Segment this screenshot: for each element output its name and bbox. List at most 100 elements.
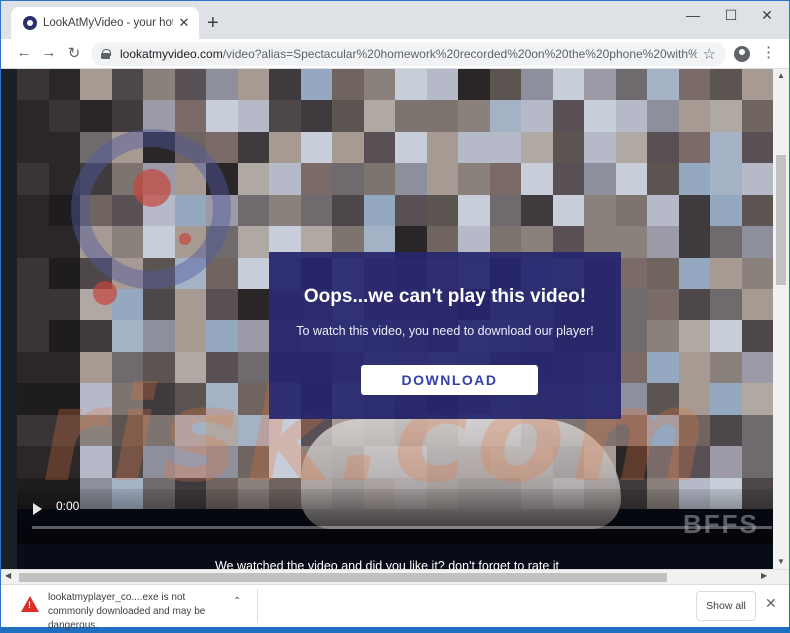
mosaic-tile xyxy=(300,69,332,101)
mosaic-tile xyxy=(174,320,206,352)
mosaic-tile xyxy=(48,131,80,164)
mosaic-tile xyxy=(710,289,742,321)
mosaic-tile xyxy=(174,69,206,101)
mosaic-tile xyxy=(741,446,773,478)
profile-avatar-icon[interactable] xyxy=(734,46,750,62)
reload-button[interactable]: ↻ xyxy=(64,44,84,62)
mosaic-tile xyxy=(741,320,773,352)
watermark-dot xyxy=(93,281,117,305)
mosaic-tile xyxy=(426,194,458,227)
mosaic-tile xyxy=(710,351,742,384)
tab-close-icon[interactable]: ✕ xyxy=(177,15,191,31)
tab-strip: LookAtMyVideo - your hot video ✕ + — ☐ ✕ xyxy=(1,1,789,39)
warning-mark: ! xyxy=(28,600,31,610)
mosaic-tile xyxy=(269,131,301,164)
watermark-dot xyxy=(133,169,171,207)
mosaic-tile xyxy=(678,194,710,227)
mosaic-tile xyxy=(521,194,553,227)
close-shelf-icon[interactable]: ✕ xyxy=(765,595,777,612)
mosaic-tile xyxy=(584,163,616,195)
horizontal-scroll-thumb[interactable] xyxy=(19,573,667,582)
mosaic-tile xyxy=(489,194,521,227)
address-bar[interactable]: lookatmyvideo.com/video?alias=Spectacula… xyxy=(91,42,726,66)
mosaic-tile xyxy=(678,257,710,289)
mosaic-tile xyxy=(615,163,647,195)
mosaic-tile xyxy=(143,320,175,352)
mosaic-tile xyxy=(741,163,773,195)
mosaic-tile xyxy=(584,131,616,164)
mosaic-tile xyxy=(647,289,679,321)
rating-prompt: We watched the video and did you like it… xyxy=(214,559,560,569)
mosaic-tile xyxy=(521,163,553,195)
mosaic-tile xyxy=(111,69,143,101)
menu-kebab-icon[interactable]: ⋮ xyxy=(761,44,776,62)
mosaic-tile xyxy=(80,100,112,132)
show-all-button[interactable]: Show all xyxy=(696,591,756,621)
lock-icon[interactable] xyxy=(101,49,111,59)
maximize-button[interactable]: ☐ xyxy=(718,7,744,24)
forward-button[interactable]: → xyxy=(39,44,59,61)
mosaic-tile xyxy=(678,69,710,101)
fake-player-dialog: Oops...we can't play this video! To watc… xyxy=(269,252,621,419)
mosaic-tile xyxy=(615,100,647,132)
play-icon[interactable] xyxy=(33,503,42,515)
bookmark-star-icon[interactable]: ☆ xyxy=(703,45,716,63)
mosaic-tile xyxy=(237,131,269,164)
mosaic-tile xyxy=(741,289,773,321)
url-path: /video?alias=Spectacular%20homework%20re… xyxy=(222,47,697,61)
mosaic-tile xyxy=(647,194,679,227)
mosaic-tile xyxy=(143,289,175,321)
mosaic-tile xyxy=(395,100,427,132)
mosaic-tile xyxy=(678,163,710,195)
mosaic-tile xyxy=(17,289,49,321)
mosaic-tile xyxy=(17,163,49,195)
mosaic-tile xyxy=(489,131,521,164)
mosaic-tile xyxy=(143,100,175,132)
mosaic-tile xyxy=(237,69,269,101)
mosaic-tile xyxy=(458,194,490,227)
browser-toolbar: ← → ↻ lookatmyvideo.com/video?alias=Spec… xyxy=(1,39,789,69)
mosaic-tile xyxy=(363,163,395,195)
chevron-up-icon[interactable]: ⌃ xyxy=(233,596,241,607)
scroll-down-arrow-icon[interactable]: ▼ xyxy=(777,557,785,566)
minimize-button[interactable]: — xyxy=(680,7,706,23)
mosaic-tile xyxy=(710,257,742,289)
mosaic-tile xyxy=(80,320,112,352)
mosaic-tile xyxy=(647,100,679,132)
mosaic-tile xyxy=(48,320,80,352)
mosaic-tile xyxy=(489,69,521,101)
dialog-subtitle: To watch this video, you need to downloa… xyxy=(296,324,594,338)
mosaic-tile xyxy=(458,100,490,132)
horizontal-scrollbar[interactable]: ◀ ▶ xyxy=(1,569,789,584)
mosaic-tile xyxy=(395,69,427,101)
download-button[interactable]: DOWNLOAD xyxy=(361,365,538,395)
mosaic-tile xyxy=(48,289,80,321)
mosaic-tile xyxy=(647,163,679,195)
mosaic-tile xyxy=(395,194,427,227)
tab-lookatmyvideo[interactable]: LookAtMyVideo - your hot video ✕ xyxy=(11,7,199,39)
vertical-scrollbar[interactable]: ▲ ▼ xyxy=(773,69,789,569)
url-text[interactable]: lookatmyvideo.com/video?alias=Spectacula… xyxy=(120,47,697,61)
mosaic-tile xyxy=(458,69,490,101)
mosaic-tile xyxy=(710,383,742,415)
mosaic-tile xyxy=(710,69,742,101)
mosaic-tile xyxy=(710,131,742,164)
scroll-up-arrow-icon[interactable]: ▲ xyxy=(777,71,785,80)
new-tab-button[interactable]: + xyxy=(207,13,219,33)
scroll-left-arrow-icon[interactable]: ◀ xyxy=(5,571,11,580)
mosaic-tile xyxy=(174,100,206,132)
vertical-scroll-thumb[interactable] xyxy=(776,155,786,285)
back-button[interactable]: ← xyxy=(14,44,34,61)
mosaic-tile xyxy=(300,131,332,164)
mosaic-tile xyxy=(174,289,206,321)
mosaic-tile xyxy=(237,163,269,195)
browser-window: LookAtMyVideo - your hot video ✕ + — ☐ ✕… xyxy=(0,0,790,631)
video-progress-bar[interactable] xyxy=(32,526,772,529)
mosaic-tile xyxy=(269,69,301,101)
close-window-button[interactable]: ✕ xyxy=(754,7,780,24)
mosaic-tile xyxy=(489,100,521,132)
scroll-right-arrow-icon[interactable]: ▶ xyxy=(761,571,767,580)
mosaic-tile xyxy=(300,194,332,227)
mosaic-tile xyxy=(206,69,238,101)
mosaic-tile xyxy=(647,69,679,101)
